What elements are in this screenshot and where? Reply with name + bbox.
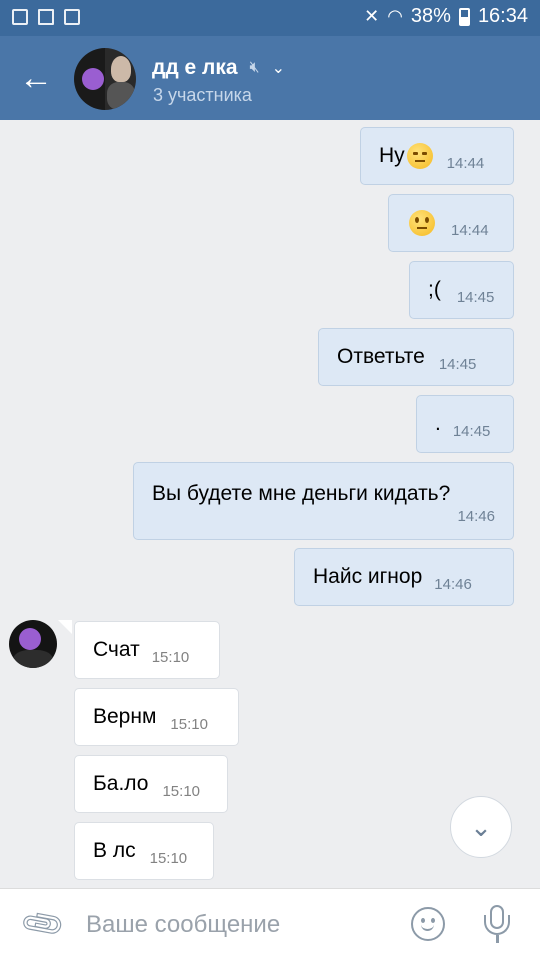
message-time: 15:10 [149,849,188,867]
message-time: 14:45 [438,355,477,373]
message-text: Вы будете мне деньги кидать? [152,481,451,505]
gallery-icon [12,9,28,25]
recycle-icon [64,9,80,25]
message-text: Ответьте [337,345,425,368]
chat-subtitle: 3 участника [153,85,252,105]
message-bubble[interactable]: 14:44 [388,194,514,252]
message-bubble[interactable]: В лс 15:10 [74,822,214,880]
message-text: ;( [428,278,441,301]
message-bubble[interactable]: Ба.ло 15:10 [74,755,228,813]
message-bubble[interactable]: Вернм 15:10 [74,688,239,746]
smile-icon[interactable] [411,907,445,941]
message-time: 14:45 [452,422,491,440]
microphone-icon[interactable] [482,905,512,945]
status-left-icons [12,9,80,25]
message-bubble[interactable]: Вы будете мне деньги кидать? 14:46 [133,462,514,540]
chat-header: ← дд е лка 🔇︎ ⌄ 3 участника [0,36,540,120]
message-time: 14:45 [456,288,495,306]
chevron-down-icon: ⌄ [271,60,286,77]
message-bubble[interactable]: Ну 14:44 [360,127,514,185]
sender-avatar[interactable] [9,620,57,668]
status-bar: ✕ ◠ 38% 16:34 [0,0,540,36]
message-bubble[interactable]: ;( 14:45 [409,261,514,319]
message-text: В лс [93,839,136,862]
message-time: 14:46 [434,575,472,593]
paperclip-icon[interactable]: 📎︎ [17,899,68,950]
bubble-tail [58,620,72,634]
message-time: 14:46 [457,507,495,525]
message-input[interactable] [86,907,386,943]
scroll-down-button[interactable]: ⌄ [450,796,512,858]
message-list[interactable]: Ну 14:44 14:44 ;( 14:45 Ответьте 14:45 .… [0,120,540,888]
message-time: 15:10 [170,715,208,733]
battery-percent: 38% [410,5,451,27]
back-button[interactable]: ← [14,56,58,100]
message-bubble[interactable]: Ответьте 14:45 [318,328,514,386]
wifi-icon: ◠ [387,6,403,26]
message-text: Найс игнор [313,565,423,588]
message-text: Ну [379,144,405,167]
message-bubble[interactable]: . 14:45 [416,395,514,453]
chevron-down-icon: ⌄ [470,811,492,842]
avatar-image [81,68,104,90]
message-text: Вернм [93,705,157,728]
message-time: 15:10 [162,782,201,800]
message-time: 15:10 [151,648,190,666]
chat-avatar[interactable] [74,48,136,110]
message-time: 14:44 [451,221,489,239]
muted-speaker-icon: 🔇︎ [249,59,260,76]
status-right: ✕ ◠ 38% 16:34 [364,5,528,28]
arrow-left-icon: ← [19,58,53,97]
expressionless-emoji-icon [406,143,433,169]
message-composer: 📎︎ [0,888,540,960]
mail-icon [38,9,54,25]
mute-icon: ✕ [364,6,380,26]
chat-title-row[interactable]: дд е лка 🔇︎ ⌄ [152,56,285,80]
message-bubble[interactable]: Счат 15:10 [74,621,220,679]
message-text: . [435,412,441,435]
chat-title: дд е лка [152,56,238,79]
message-time: 14:44 [446,154,485,172]
avatar-image [105,48,136,110]
neutral-emoji-icon [409,210,435,236]
message-text: Ба.ло [93,772,149,795]
message-bubble[interactable]: Найс игнор 14:46 [294,548,514,606]
avatar-image [19,628,41,650]
message-text: Счат [93,638,140,661]
battery-icon [458,7,470,26]
clock: 16:34 [477,5,528,27]
